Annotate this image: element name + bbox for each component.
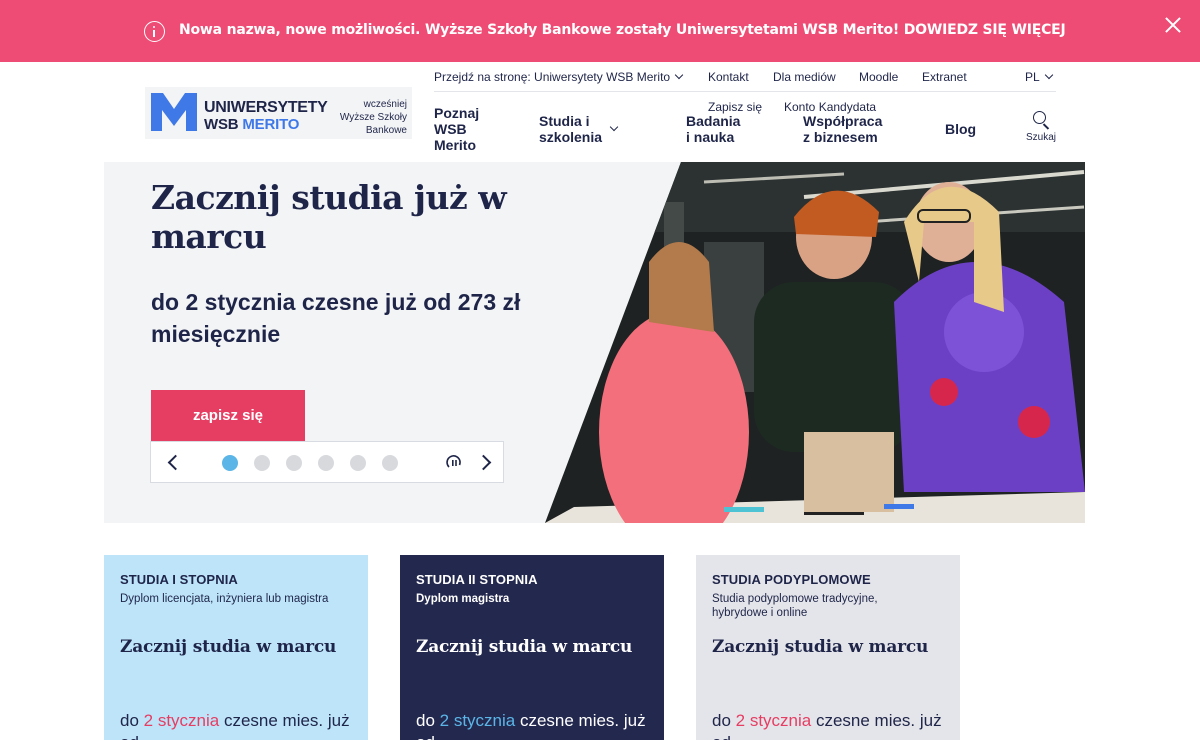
- card-description: Studia podyplomowe tradycyjne, hybrydowe…: [712, 593, 878, 619]
- utility-nav: Przejdź na stronę: Uniwersytety WSB Meri…: [434, 70, 1056, 92]
- card-price: do 2 stycznia czesne mies. już od: [712, 710, 952, 740]
- nav-blog[interactable]: Blog: [945, 121, 976, 137]
- slider-controls: [150, 441, 504, 483]
- hero-title: Zacznij studia już w marcu: [151, 178, 507, 256]
- nav-badania-i-nauka[interactable]: Badania i nauka: [686, 113, 740, 145]
- nav-label-line: WSB: [434, 121, 467, 137]
- nav-label-line: Studia i: [539, 113, 590, 129]
- logo-merito: MERITO: [242, 116, 300, 133]
- nav-link-media[interactable]: Dla mediów: [773, 70, 836, 84]
- nav-konto-kandydata[interactable]: Konto Kandydata: [784, 100, 876, 114]
- logo-m-icon: [151, 93, 197, 131]
- language-switcher[interactable]: PL: [1025, 70, 1053, 84]
- card-price-pre: do: [416, 711, 440, 730]
- nav-label-line: Poznaj: [434, 105, 480, 121]
- slider-dot[interactable]: [222, 455, 238, 471]
- language-label: PL: [1025, 70, 1040, 84]
- nav-label-line: z biznesem: [803, 129, 878, 145]
- logo-wsb: WSB: [204, 116, 239, 133]
- card-description: Dyplom magistra: [416, 593, 510, 605]
- info-icon: [144, 21, 165, 42]
- search-icon: [1033, 111, 1046, 124]
- card-title: Zacznij studia w marcu: [416, 637, 633, 657]
- card-price-date: 2 stycznia: [143, 711, 220, 730]
- nav-label-line: Współpraca: [803, 113, 883, 129]
- banner-text[interactable]: Nowa nazwa, nowe możliwości. Wyższe Szko…: [179, 22, 1066, 38]
- search-icon-handle: [1042, 123, 1050, 130]
- chevron-right-icon[interactable]: [475, 454, 492, 471]
- logo-aside-line1: wcześniej: [363, 99, 407, 110]
- card-heading: STUDIA II STOPNIA: [416, 572, 538, 587]
- autoplay-progress-icon[interactable]: [446, 454, 462, 470]
- close-icon[interactable]: [1161, 13, 1185, 37]
- logo-name-line2: WSB MERITO: [204, 116, 299, 133]
- card-price: do 2 stycznia czesne mies. już od: [120, 710, 360, 740]
- card-description: Dyplom licencjata, inżyniera lub magistr…: [120, 593, 329, 605]
- nav-label-line: Badania: [686, 113, 741, 129]
- card-heading: STUDIA I STOPNIA: [120, 572, 238, 587]
- card-price-date: 2 stycznia: [439, 711, 516, 730]
- card-price-pre: do: [712, 711, 736, 730]
- card-studia-ii-stopnia[interactable]: STUDIA II STOPNIA Dyplom magistra Zaczni…: [400, 555, 664, 740]
- logo-name-line1: UNIWERSYTETY: [204, 99, 328, 116]
- slider-dot[interactable]: [382, 455, 398, 471]
- hero-subtitle: do 2 stycznia czesne już od 273 zł miesi…: [151, 289, 521, 347]
- nav-link-moodle[interactable]: Moodle: [859, 70, 898, 84]
- site-switcher-label: Przejdź na stronę: Uniwersytety WSB Meri…: [434, 70, 671, 84]
- card-price-pre: do: [120, 711, 144, 730]
- logo-former-name: wcześniej Wyższe Szkoły Bankowe: [331, 98, 407, 137]
- card-price-date: 2 stycznia: [735, 711, 812, 730]
- card-title: Zacznij studia w marcu: [120, 637, 337, 657]
- chevron-left-icon[interactable]: [167, 454, 184, 471]
- hero-slider: Zacznij studia już w marcu do 2 stycznia…: [104, 162, 1085, 523]
- nav-label-line: i nauka: [686, 129, 735, 145]
- card-price: do 2 stycznia czesne mies. już od: [416, 710, 656, 740]
- logo-aside-line2: Wyższe Szkoły: [339, 112, 407, 123]
- nav-link-kontakt[interactable]: Kontakt: [708, 70, 749, 84]
- site-logo[interactable]: UNIWERSYTETY WSB MERITO wcześniej Wyższe…: [145, 87, 412, 139]
- search-button[interactable]: Szukaj: [1024, 109, 1058, 145]
- nav-link-extranet[interactable]: Extranet: [922, 70, 967, 84]
- signup-cta-button[interactable]: zapisz się: [151, 390, 305, 442]
- site-switcher[interactable]: Przejdź na stronę: Uniwersytety WSB Meri…: [434, 70, 684, 84]
- slider-dot[interactable]: [254, 455, 270, 471]
- card-studia-podyplomowe[interactable]: STUDIA PODYPLOMOWE Studia podyplomowe tr…: [696, 555, 960, 740]
- chevron-down-icon[interactable]: [609, 122, 619, 132]
- slider-dot[interactable]: [286, 455, 302, 471]
- nav-poznaj-wsb-merito[interactable]: Poznaj WSB Merito: [434, 105, 479, 153]
- nav-studia-i-szkolenia[interactable]: Studia i szkolenia: [539, 113, 602, 145]
- card-heading: STUDIA PODYPLOMOWE: [712, 572, 871, 587]
- nav-label-line: szkolenia: [539, 129, 603, 145]
- announcement-banner: Nowa nazwa, nowe możliwości. Wyższe Szko…: [0, 0, 1200, 62]
- chevron-down-icon: [1044, 70, 1053, 80]
- card-studia-i-stopnia[interactable]: STUDIA I STOPNIA Dyplom licencjata, inży…: [104, 555, 368, 740]
- chevron-down-icon: [674, 70, 684, 80]
- slider-dot[interactable]: [318, 455, 334, 471]
- nav-wspolpraca-z-biznesem[interactable]: Współpraca z biznesem: [803, 113, 882, 145]
- logo-aside-line3: Bankowe: [365, 125, 407, 136]
- card-title: Zacznij studia w marcu: [712, 637, 929, 657]
- nav-label-line: Merito: [434, 137, 476, 153]
- slider-dot[interactable]: [350, 455, 366, 471]
- search-label: Szukaj: [1026, 132, 1057, 143]
- nav-zapisz-sie[interactable]: Zapisz się: [708, 100, 762, 114]
